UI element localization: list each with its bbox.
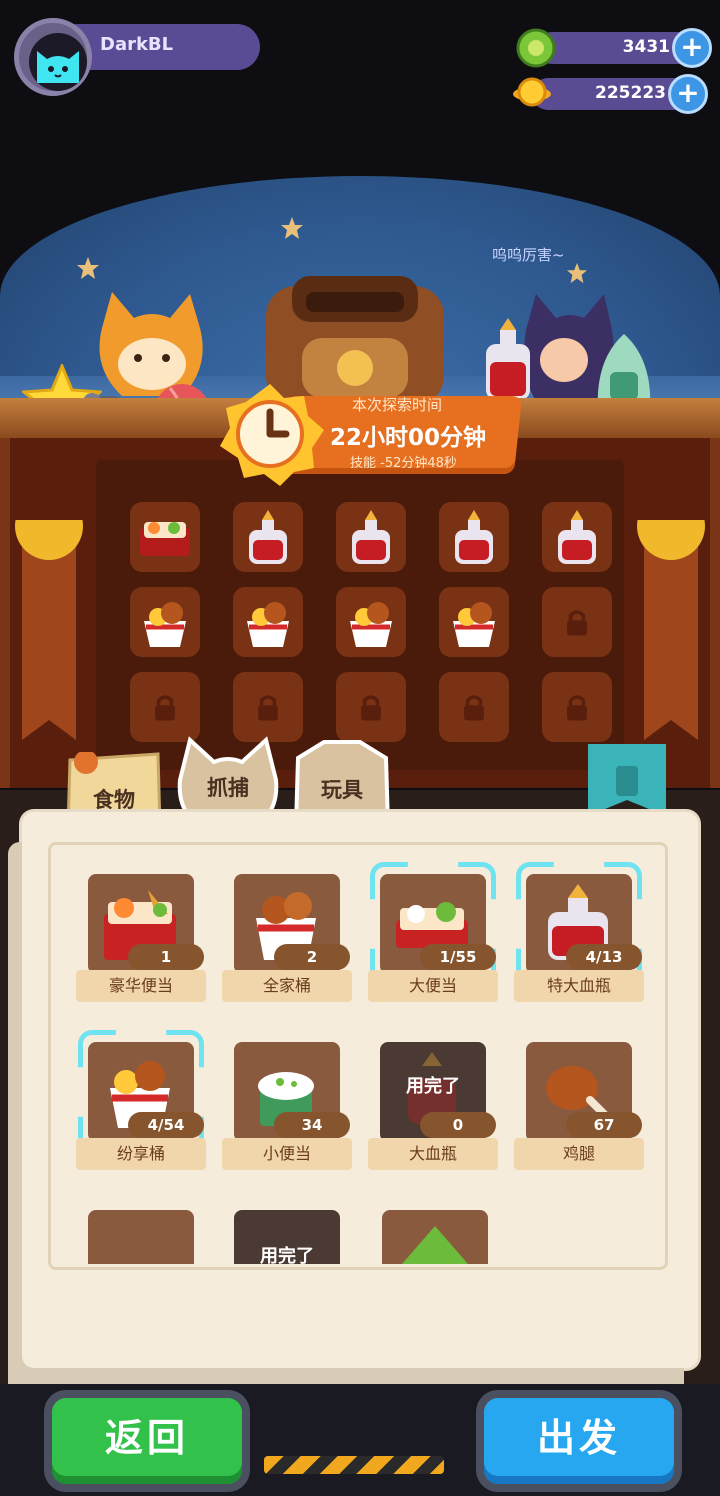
back-button[interactable]: 返回 — [52, 1398, 242, 1484]
backpack-slot-locked — [542, 587, 612, 657]
gold-coin-icon — [513, 77, 551, 107]
backpack-slot-locked — [233, 672, 303, 742]
backpack-slot-bucket[interactable] — [336, 587, 406, 657]
gem-counter: 3431 + — [514, 28, 714, 68]
tab-capture-label: 抓捕 — [207, 776, 249, 800]
item-name: 纷享桶 — [76, 1138, 206, 1170]
rice-ball-icon — [402, 1226, 468, 1264]
explore-time-value: 22小时00分钟 — [330, 425, 487, 451]
explore-time-label: 本次探索时间 — [352, 396, 443, 414]
right-bell-banner — [636, 492, 706, 740]
item-extra-large-potion[interactable]: 4/13 特大血瓶 — [514, 862, 644, 1014]
lock-icon — [464, 695, 484, 721]
backpack-slot-bucket[interactable] — [439, 587, 509, 657]
backpack-slot-potion[interactable] — [233, 502, 303, 572]
item-family-bucket[interactable]: 2 全家桶 — [222, 874, 352, 1014]
bell-banner-icon — [15, 492, 83, 740]
backpack-slot-potion[interactable] — [439, 502, 509, 572]
backpack-slot-locked — [542, 672, 612, 742]
coin-counter: 225223 + — [510, 74, 710, 114]
item-partial[interactable] — [382, 1210, 488, 1264]
bell-banner-icon — [637, 492, 705, 740]
item-count: 1 — [128, 944, 204, 970]
item-name: 鸡腿 — [514, 1138, 644, 1170]
bookmark-potion-icon[interactable] — [588, 744, 666, 816]
star-decoration-icon — [77, 257, 99, 279]
item-name: 小便当 — [222, 1138, 352, 1170]
item-name: 全家桶 — [222, 970, 352, 1002]
backpack-slot-bento[interactable] — [130, 502, 200, 572]
coin-value: 225223 — [595, 83, 666, 103]
lock-icon — [155, 695, 175, 721]
star-decoration-icon — [566, 262, 588, 284]
item-deluxe-bento[interactable]: 1 豪华便当 — [76, 874, 206, 1014]
gem-value: 3431 — [622, 37, 670, 57]
depart-button[interactable]: 出发 — [484, 1398, 674, 1484]
item-drumstick[interactable]: 67 鸡腿 — [514, 1042, 644, 1182]
backpack-slot-potion[interactable] — [542, 502, 612, 572]
used-up-label: 用完了 — [406, 1076, 460, 1097]
avatar-frame — [14, 18, 92, 96]
item-count: 2 — [274, 944, 350, 970]
red-potion-icon — [352, 510, 390, 564]
item-count: 34 — [274, 1112, 350, 1138]
item-name: 大血瓶 — [368, 1138, 498, 1170]
avatar — [29, 33, 87, 91]
backpack-slot-bucket[interactable] — [233, 587, 303, 657]
chicken-bucket-icon — [453, 602, 495, 647]
backpack-slot-bucket[interactable] — [130, 587, 200, 657]
item-name: 豪华便当 — [76, 970, 206, 1002]
item-count: 4/54 — [128, 1112, 204, 1138]
add-coins-button[interactable]: + — [668, 74, 708, 114]
item-count: 1/55 — [420, 944, 496, 970]
clock-icon — [220, 384, 324, 486]
player-name: DarkBL — [100, 34, 174, 55]
backpack-slot-locked — [336, 672, 406, 742]
player-profile[interactable]: DarkBL — [14, 18, 260, 96]
lock-icon — [361, 695, 381, 721]
chicken-bucket-icon — [350, 602, 392, 647]
lock-icon — [258, 695, 278, 721]
red-potion-icon — [455, 510, 493, 564]
hazard-stripe — [264, 1456, 444, 1474]
add-gems-button[interactable]: + — [672, 28, 712, 68]
item-name: 大便当 — [368, 970, 498, 1002]
backpack-slot-locked — [439, 672, 509, 742]
explore-time-badge: 本次探索时间 22小时00分钟 技能 -52分钟48秒 — [212, 378, 523, 488]
backpack-slot-locked — [130, 672, 200, 742]
lock-icon — [567, 610, 587, 636]
red-potion-icon — [558, 510, 596, 564]
red-potion-icon — [249, 510, 287, 564]
chicken-bucket-icon — [144, 602, 186, 647]
cat-avatar-icon — [37, 51, 79, 83]
star-decoration-icon — [281, 217, 303, 239]
item-large-potion[interactable]: 用完了 0 大血瓶 — [368, 1042, 498, 1182]
green-gem-icon — [516, 28, 556, 68]
backpack-slot-potion[interactable] — [336, 502, 406, 572]
item-count: 0 — [420, 1112, 496, 1138]
chicken-bucket-icon — [247, 602, 289, 647]
item-large-bento[interactable]: 1/55 大便当 — [368, 862, 498, 1014]
item-sharing-bucket[interactable]: 4/54 纷享桶 — [76, 1030, 206, 1182]
cat-speech-text: 呜呜厉害~ — [492, 246, 565, 264]
item-name: 特大血瓶 — [514, 970, 644, 1002]
item-count: 67 — [566, 1112, 642, 1138]
item-partial[interactable] — [88, 1210, 194, 1264]
item-small-bento[interactable]: 34 小便当 — [222, 1042, 352, 1182]
item-partial-used[interactable]: 用完了 — [234, 1210, 340, 1264]
bento-box-icon — [140, 522, 190, 556]
used-up-label: 用完了 — [260, 1246, 314, 1264]
lock-icon — [567, 695, 587, 721]
tab-food-label: 食物 — [93, 788, 135, 812]
item-count: 4/13 — [566, 944, 642, 970]
explore-skill-bonus: 技能 -52分钟48秒 — [350, 456, 457, 471]
left-bell-banner — [14, 492, 84, 740]
tab-toys-label: 玩具 — [321, 778, 363, 802]
